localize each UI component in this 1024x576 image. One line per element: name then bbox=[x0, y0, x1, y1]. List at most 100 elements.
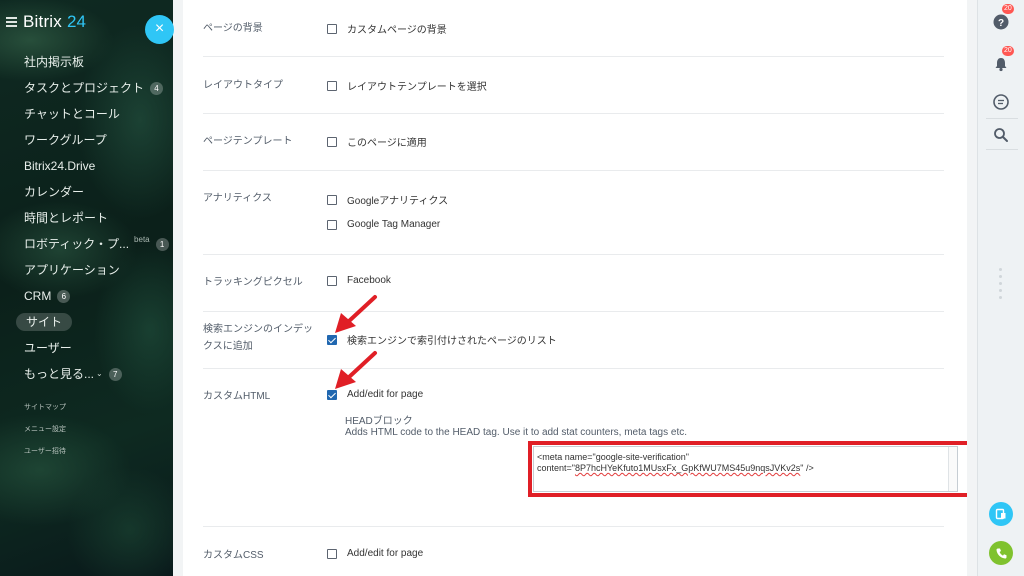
sidebar-item-more[interactable]: もっと見る... ⌄ 7 bbox=[0, 361, 173, 387]
right-rail: ? 20 20 bbox=[977, 0, 1024, 576]
counter-badge: 1 bbox=[155, 237, 169, 251]
sidebar-item-label: もっと見る... bbox=[24, 367, 95, 381]
counter-badge: 6 bbox=[57, 289, 71, 303]
checkbox[interactable] bbox=[327, 80, 337, 91]
head-block-title: HEADブロック bbox=[345, 416, 413, 427]
option-facebook-pixel[interactable]: Facebook bbox=[327, 275, 391, 286]
option-label: レイアウトテンプレートを選択 bbox=[347, 82, 487, 93]
head-block-description: Adds HTML code to the HEAD tag. Use it t… bbox=[345, 427, 688, 438]
sidebar-item-calendar[interactable]: カレンダー bbox=[0, 179, 173, 205]
row-layout-type: レイアウトタイプ レイアウトテンプレートを選択 bbox=[203, 57, 944, 114]
option-google-tag-manager[interactable]: Google Tag Manager bbox=[327, 219, 440, 230]
settings-panel: ページの背景 カスタムページの背景 レイアウトタイプ レイアウトテンプレートを選… bbox=[183, 0, 967, 576]
checkbox[interactable] bbox=[327, 275, 337, 286]
invite-users-link[interactable]: ユーザー招待 bbox=[24, 446, 66, 456]
close-icon: × bbox=[154, 20, 165, 37]
option-label: カスタムページの背景 bbox=[347, 25, 447, 36]
row-page-background: ページの背景 カスタムページの背景 bbox=[203, 0, 944, 57]
option-label: Googleアナリティクス bbox=[347, 196, 449, 207]
sidebar-item-label: チャットとコール bbox=[24, 107, 120, 121]
rail-divider bbox=[986, 118, 1018, 119]
sidebar-item-applications[interactable]: アプリケーション bbox=[0, 257, 173, 283]
row-search-index: 検索エンジンのインデックスに追加 検索エンジンで索引付けされたページのリスト bbox=[203, 312, 944, 369]
annotation-arrow-icon bbox=[335, 351, 377, 389]
menu-icon[interactable] bbox=[6, 17, 17, 27]
logo-accent[interactable]: 24 bbox=[67, 12, 86, 32]
phone-icon bbox=[995, 548, 1006, 559]
sidebar-item-label: サイト bbox=[16, 313, 73, 331]
option-label: Google Tag Manager bbox=[347, 219, 441, 230]
telephony-button[interactable] bbox=[989, 541, 1013, 565]
dashboard-button[interactable] bbox=[989, 502, 1013, 526]
rail-divider bbox=[986, 149, 1018, 150]
option-layout-template[interactable]: レイアウトテンプレートを選択 bbox=[327, 78, 487, 93]
row-analytics: アナリティクス Googleアナリティクス Google Tag Manager bbox=[203, 171, 944, 255]
sidebar-item-label: CRM bbox=[24, 289, 52, 303]
checkbox[interactable] bbox=[327, 548, 337, 559]
row-label: 検索エンジンのインデックスに追加 bbox=[203, 324, 313, 352]
messenger-button[interactable] bbox=[989, 90, 1013, 114]
checkbox[interactable] bbox=[327, 136, 337, 147]
option-custom-background[interactable]: カスタムページの背景 bbox=[327, 21, 447, 36]
help-button[interactable]: ? 20 bbox=[989, 4, 1014, 34]
option-apply-template[interactable]: このページに適用 bbox=[327, 134, 427, 149]
row-label: トラッキングピクセル bbox=[203, 277, 303, 288]
logo-text[interactable]: Bitrix bbox=[23, 12, 62, 32]
sidebar-item-label: Bitrix24.Drive bbox=[24, 159, 96, 173]
row-label: カスタムCSS bbox=[203, 550, 264, 561]
sidebar-item-label: ワークグループ bbox=[24, 133, 107, 147]
row-label: レイアウトタイプ bbox=[203, 80, 283, 91]
row-tracking-pixel: トラッキングピクセル Facebook bbox=[203, 255, 944, 312]
sidebar-nav: 社内掲示板 タスクとプロジェクト 4 チャットとコール ワークグループ Bitri… bbox=[0, 49, 173, 387]
sidebar-item-label: アプリケーション bbox=[24, 263, 120, 277]
sidebar-item-chat[interactable]: チャットとコール bbox=[0, 101, 173, 127]
sidebar-item-label: ユーザー bbox=[24, 341, 72, 355]
sidebar-item-label: タスクとプロジェクト bbox=[24, 81, 145, 95]
sidebar-item-label: 時間とレポート bbox=[24, 211, 109, 225]
option-google-analytics[interactable]: Googleアナリティクス bbox=[327, 192, 448, 207]
row-label: ページの背景 bbox=[203, 23, 263, 34]
sidebar-item-drive[interactable]: Bitrix24.Drive bbox=[0, 153, 173, 179]
sidebar-item-label: 社内掲示板 bbox=[24, 55, 85, 69]
sidebar-item-label: カレンダー bbox=[24, 185, 85, 199]
help-badge: 20 bbox=[1002, 4, 1014, 14]
svg-text:?: ? bbox=[998, 18, 1004, 29]
search-button[interactable] bbox=[989, 123, 1013, 147]
notifications-button[interactable]: 20 bbox=[989, 46, 1014, 76]
notifications-badge: 20 bbox=[1002, 46, 1014, 56]
help-icon: ? bbox=[993, 14, 1009, 30]
left-sidebar: Bitrix 24 社内掲示板 タスクとプロジェクト 4 チャットとコール ワーク… bbox=[0, 0, 173, 576]
chevron-down-icon: ⌄ bbox=[96, 369, 103, 378]
checkbox-checked[interactable] bbox=[327, 334, 337, 345]
row-label: カスタムHTML bbox=[203, 391, 271, 402]
menu-settings-link[interactable]: メニュー設定 bbox=[24, 424, 66, 434]
row-custom-css: カスタムCSS Add/edit for page bbox=[203, 527, 944, 576]
checkbox[interactable] bbox=[327, 194, 337, 205]
sidebar-item-tasks[interactable]: タスクとプロジェクト 4 bbox=[0, 75, 173, 101]
dashboard-icon bbox=[995, 508, 1006, 520]
beta-label: beta bbox=[134, 235, 150, 244]
sitemap-link[interactable]: サイトマップ bbox=[24, 402, 66, 412]
row-label: アナリティクス bbox=[203, 193, 272, 204]
checkbox[interactable] bbox=[327, 23, 337, 34]
annotation-arrow-icon bbox=[335, 295, 377, 333]
search-icon bbox=[994, 128, 1008, 142]
row-label: ページテンプレート bbox=[203, 136, 293, 147]
row-page-template: ページテンプレート このページに適用 bbox=[203, 114, 944, 171]
sidebar-item-rpa[interactable]: ロボティック・プ... beta 1 bbox=[0, 231, 173, 257]
chat-icon bbox=[993, 94, 1009, 110]
option-label: Add/edit for page bbox=[347, 548, 424, 559]
sidebar-item-users[interactable]: ユーザー bbox=[0, 335, 173, 361]
option-custom-css[interactable]: Add/edit for page bbox=[327, 548, 423, 559]
close-slider-button[interactable]: × bbox=[145, 15, 174, 44]
sidebar-item-sites[interactable]: サイト bbox=[0, 309, 173, 335]
checkbox[interactable] bbox=[327, 219, 337, 230]
counter-badge: 7 bbox=[108, 367, 122, 381]
sidebar-item-crm[interactable]: CRM 6 bbox=[0, 283, 173, 309]
counter-badge: 4 bbox=[150, 81, 164, 95]
sidebar-item-label: ロボティック・プ... bbox=[24, 237, 130, 251]
highlight-box bbox=[528, 441, 967, 497]
sidebar-item-workgroups[interactable]: ワークグループ bbox=[0, 127, 173, 153]
sidebar-item-feed[interactable]: 社内掲示板 bbox=[0, 49, 173, 75]
option-label: このページに適用 bbox=[347, 138, 427, 149]
